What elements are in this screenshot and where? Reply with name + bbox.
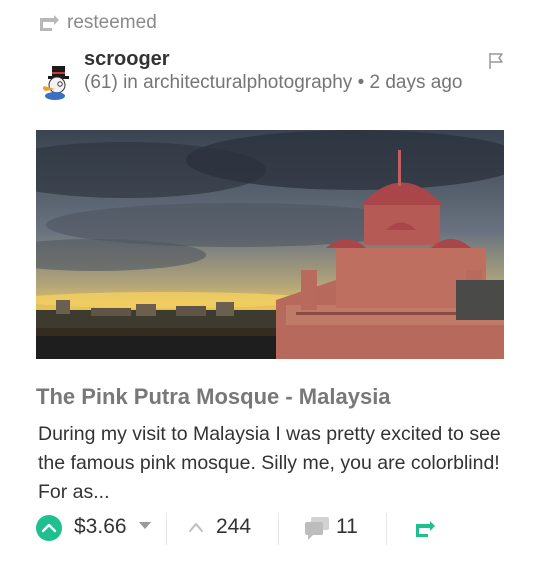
comments-icon[interactable]: [304, 516, 330, 540]
post-meta: (61) in architecturalphotography • 2 day…: [84, 72, 464, 93]
author-name[interactable]: scrooger: [84, 48, 170, 71]
footer-divider: [386, 513, 387, 545]
post-excerpt[interactable]: During my visit to Malaysia I was pretty…: [38, 420, 508, 507]
duck-avatar-icon: [42, 66, 69, 100]
caret-down-icon[interactable]: [139, 522, 151, 530]
post-title[interactable]: The Pink Putra Mosque - Malaysia: [36, 384, 391, 410]
flag-icon[interactable]: [488, 52, 504, 70]
in-label: in: [123, 72, 138, 93]
post-time[interactable]: 2 days ago: [370, 72, 463, 93]
author-reputation: (61): [84, 72, 118, 93]
payout-value[interactable]: $3.66: [74, 515, 127, 539]
post-footer: $3.66 244 11: [36, 510, 506, 546]
comments-count[interactable]: 11: [336, 515, 358, 539]
post-image[interactable]: [36, 130, 504, 359]
author-avatar[interactable]: [38, 64, 72, 100]
chevron-up-icon: [41, 523, 57, 533]
mosque-sunset-photo-icon: [36, 130, 504, 359]
resteemed-indicator: resteemed: [38, 12, 157, 34]
meta-separator: •: [357, 72, 365, 93]
upvote-button[interactable]: [36, 515, 62, 541]
votes-count[interactable]: 244: [216, 515, 251, 539]
footer-divider: [166, 513, 167, 545]
community-link[interactable]: architecturalphotography: [143, 72, 352, 93]
resteemed-label: resteemed: [67, 12, 157, 33]
resteem-action-icon[interactable]: [414, 520, 436, 538]
chevron-up-outline-icon[interactable]: [188, 521, 204, 533]
resteem-icon: [40, 15, 59, 31]
footer-divider: [278, 513, 279, 545]
